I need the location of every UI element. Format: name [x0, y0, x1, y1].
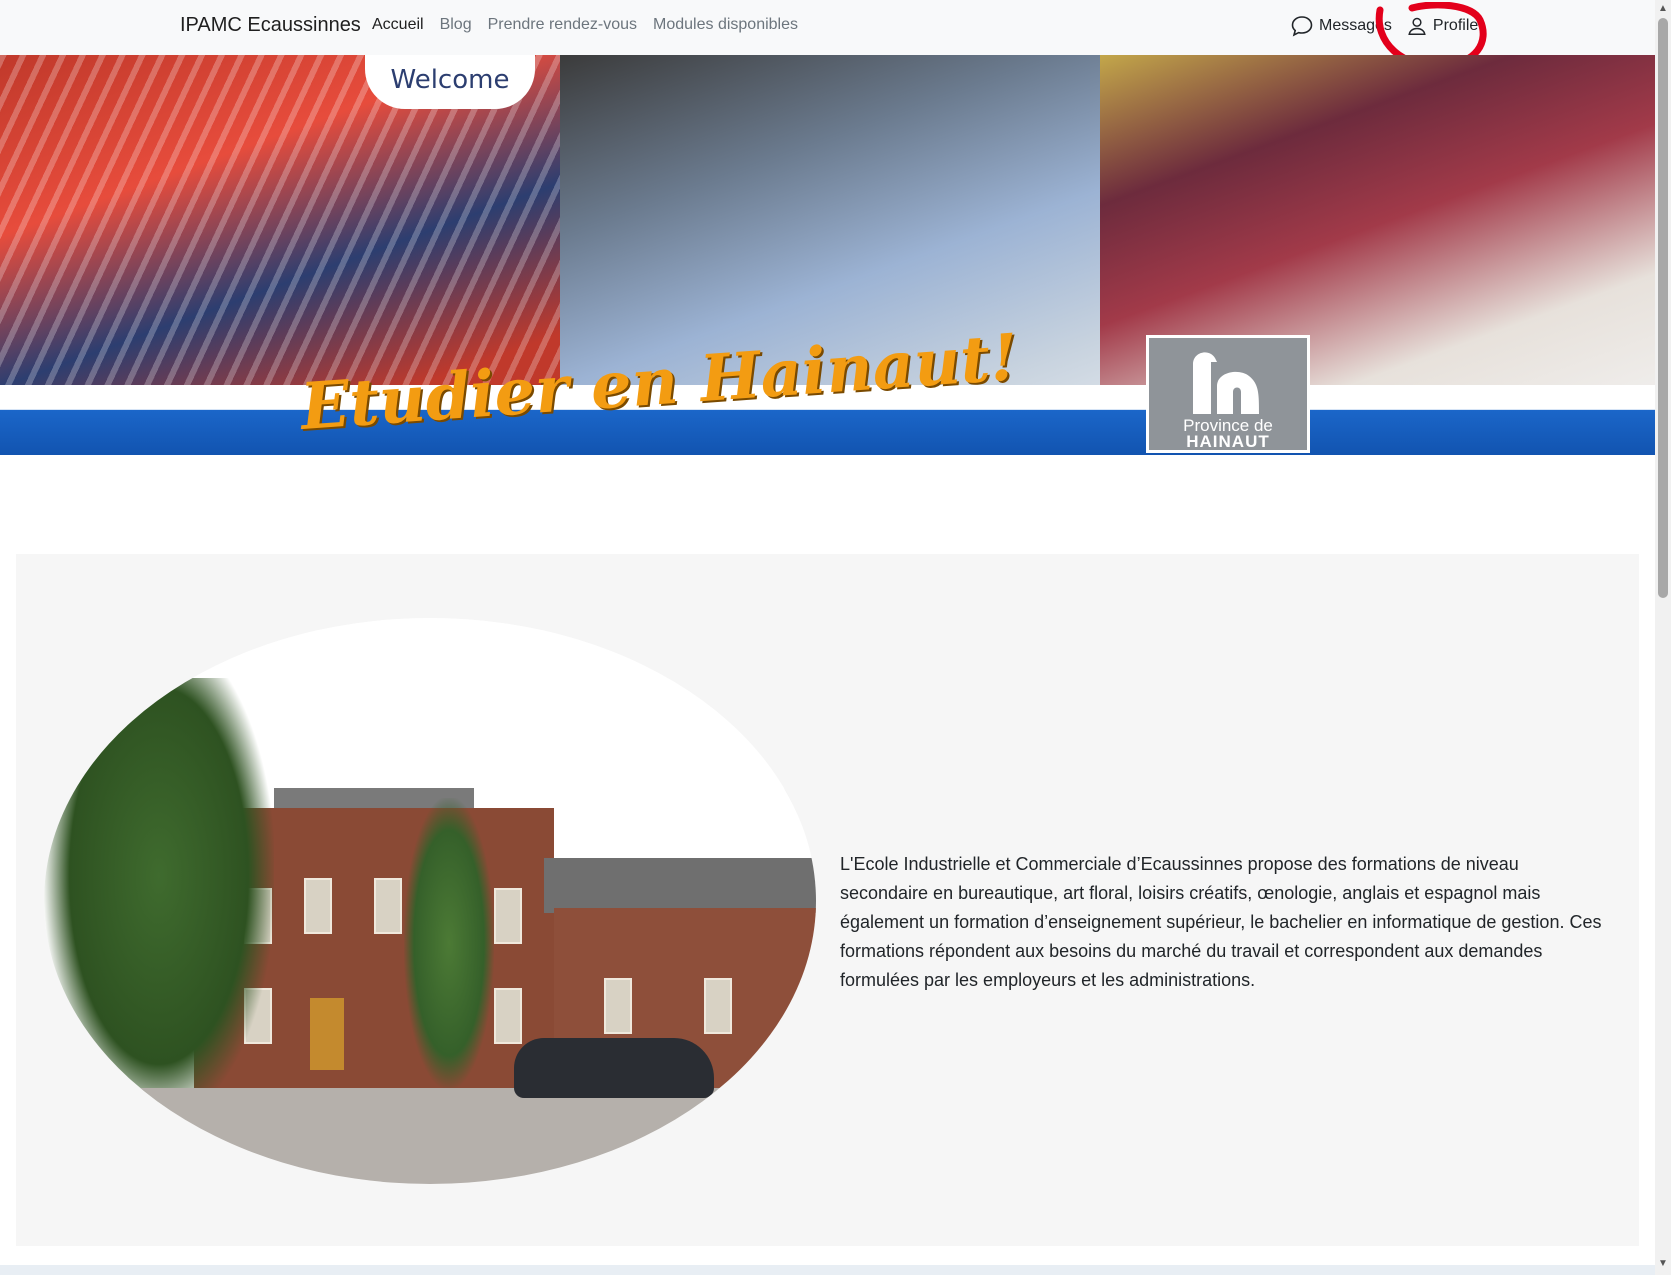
profile-link[interactable]: Profile [1406, 15, 1478, 37]
messages-label: Messages [1319, 17, 1392, 34]
photo-window [604, 978, 632, 1034]
top-navbar: IPAMC Ecaussinnes Accueil Blog Prendre r… [0, 0, 1655, 70]
photo-ground [44, 1088, 816, 1184]
photo-window [374, 878, 402, 934]
logo-line2: HAINAUT [1186, 432, 1270, 451]
welcome-bubble: Welcome [365, 55, 535, 109]
scroll-down-arrow-icon[interactable]: ▼ [1658, 1258, 1668, 1269]
photo-window [704, 978, 732, 1034]
chat-bubble-icon [1291, 16, 1313, 37]
brand-link[interactable]: IPAMC Ecaussinnes [180, 14, 361, 37]
nav-link-modules[interactable]: Modules disponibles [653, 16, 798, 34]
user-nav: Messages Profile [1290, 14, 1478, 38]
profile-label: Profile [1432, 17, 1479, 34]
province-hainaut-logo: Province de HAINAUT [1146, 335, 1310, 453]
photo-tree [404, 798, 494, 1088]
main-nav: Accueil Blog Prendre rendez-vous Modules… [372, 16, 814, 34]
vertical-scrollbar[interactable]: ▲ ▼ [1655, 0, 1671, 1275]
hero-banner: Welcome Etudier en Hainaut! Province de … [0, 55, 1655, 455]
nav-link-blog[interactable]: Blog [440, 16, 472, 34]
photo-tree [44, 678, 274, 1118]
scroll-thumb[interactable] [1658, 18, 1668, 598]
hainaut-mark-icon [1193, 352, 1259, 414]
horizontal-scrollbar[interactable] [0, 1265, 1655, 1275]
photo-car [514, 1038, 714, 1098]
photo-window [494, 988, 522, 1044]
school-building-photo [44, 618, 816, 1184]
photo-window [494, 888, 522, 944]
photo-window [304, 878, 332, 934]
about-description: L'Ecole Industrielle et Commerciale d’Ec… [840, 854, 1602, 990]
photo-door [310, 998, 344, 1070]
about-section: L'Ecole Industrielle et Commerciale d’Ec… [16, 554, 1639, 1246]
nav-link-rendez-vous[interactable]: Prendre rendez-vous [488, 16, 637, 34]
nav-link-accueil[interactable]: Accueil [372, 16, 424, 34]
photo-wing-roof [544, 858, 816, 913]
messages-link[interactable]: Messages [1290, 14, 1392, 38]
person-icon [1408, 17, 1426, 35]
scroll-up-arrow-icon[interactable]: ▲ [1658, 3, 1668, 14]
